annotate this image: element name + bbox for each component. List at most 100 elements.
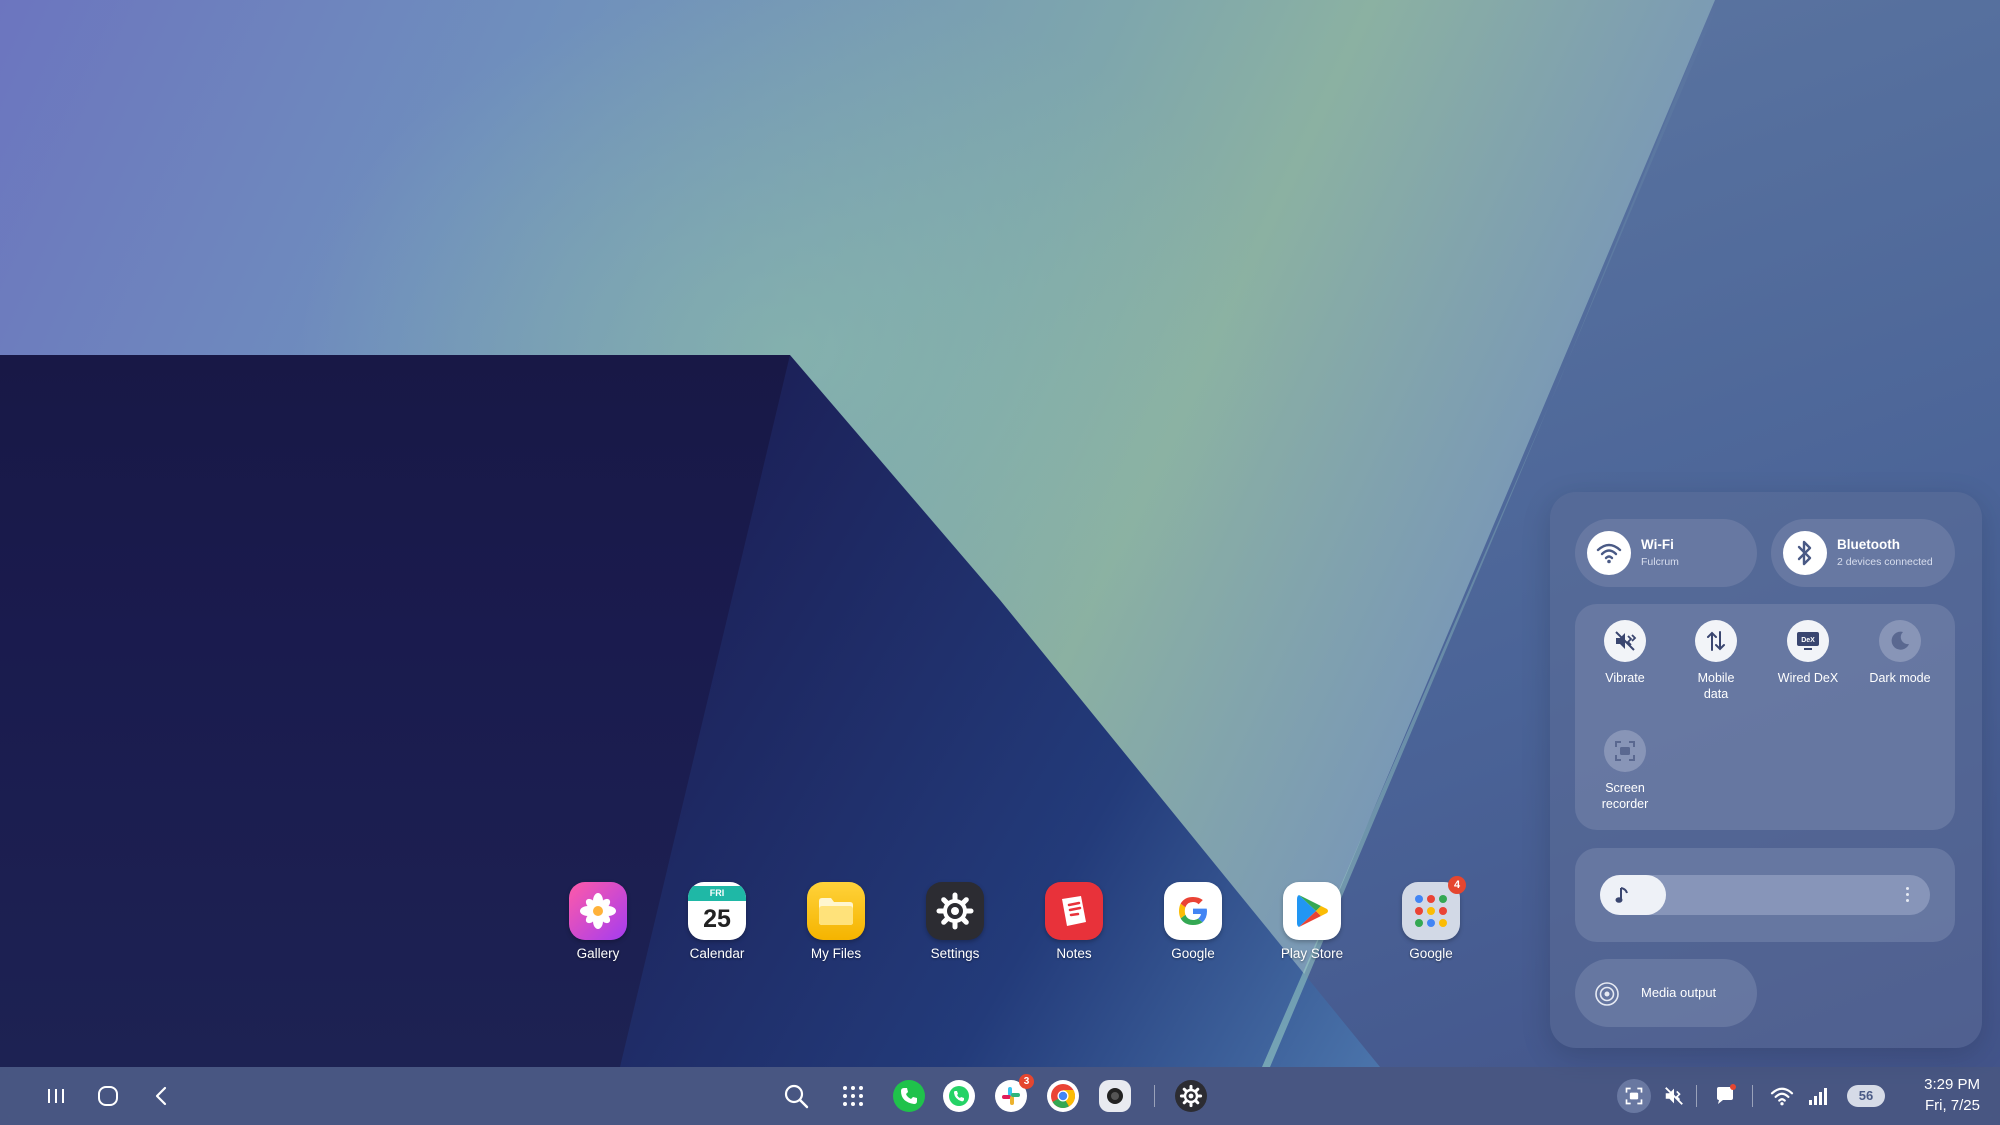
screen-capture-button[interactable] — [1616, 1067, 1652, 1125]
camera-icon — [1099, 1080, 1131, 1112]
notification-badge: 4 — [1448, 876, 1466, 894]
taskbar-app-slack[interactable]: 3 — [994, 1067, 1034, 1125]
app-gallery[interactable]: Gallery — [548, 882, 648, 961]
screen-capture-icon — [1617, 1079, 1651, 1113]
search-button[interactable] — [780, 1067, 812, 1125]
google-icon — [1164, 882, 1222, 940]
wifi-network-name: Fulcrum — [1641, 556, 1679, 568]
vibrate-toggle[interactable]: Vibrate — [1580, 620, 1670, 686]
wifi-tile[interactable]: Wi-Fi Fulcrum — [1575, 519, 1757, 587]
home-button[interactable] — [92, 1067, 124, 1125]
bluetooth-status: 2 devices connected — [1837, 556, 1933, 568]
app-play-store[interactable]: Play Store — [1262, 882, 1362, 961]
media-output-icon — [1595, 982, 1619, 1006]
gear-icon — [926, 882, 984, 940]
vibrate-status[interactable] — [1660, 1067, 1688, 1125]
chrome-icon — [1047, 1080, 1079, 1112]
apps-grid-icon — [843, 1086, 863, 1106]
app-label: Google — [1409, 946, 1453, 961]
chat-bubble-icon — [1717, 1084, 1736, 1104]
wifi-status-icon — [1770, 1087, 1794, 1106]
screen-recorder-icon — [1604, 730, 1646, 772]
app-settings[interactable]: Settings — [905, 882, 1005, 961]
vibrate-icon — [1604, 620, 1646, 662]
whatsapp-icon — [943, 1080, 975, 1112]
app-google[interactable]: Google — [1143, 882, 1243, 961]
calendar-icon: FRI 25 — [688, 882, 746, 940]
taskbar-app-whatsapp[interactable] — [942, 1067, 976, 1125]
toggle-grid: Vibrate Mobile data DeX Wired DeX Dark m… — [1575, 604, 1955, 830]
battery-status[interactable]: 56 — [1846, 1067, 1886, 1125]
taskbar: 3 56 3:29 PM Fri, 7/25 — [0, 1067, 2000, 1125]
music-note-icon — [1615, 887, 1628, 903]
phone-icon — [893, 1080, 925, 1112]
media-output-button[interactable]: Media output — [1575, 959, 1757, 1027]
app-label: My Files — [810, 946, 862, 961]
app-label: Play Store — [1280, 946, 1344, 961]
bluetooth-label: Bluetooth — [1837, 537, 1900, 552]
clock[interactable]: 3:29 PM Fri, 7/25 — [1924, 1074, 1980, 1116]
dark-mode-toggle[interactable]: Dark mode — [1855, 620, 1945, 686]
mobile-data-toggle[interactable]: Mobile data — [1671, 620, 1761, 702]
volume-card — [1575, 848, 1955, 942]
clock-time: 3:29 PM — [1924, 1076, 1980, 1093]
app-my-files[interactable]: My Files — [786, 882, 886, 961]
settings-icon — [1175, 1080, 1207, 1112]
bluetooth-tile[interactable]: Bluetooth 2 devices connected — [1771, 519, 1955, 587]
vibrate-status-icon — [1665, 1087, 1683, 1105]
toggle-label: Dark mode — [1869, 671, 1931, 685]
slack-badge: 3 — [1019, 1074, 1034, 1089]
toggle-label: Vibrate — [1605, 671, 1645, 685]
app-label: Gallery — [576, 946, 620, 961]
wifi-label: Wi-Fi — [1641, 537, 1674, 552]
app-label: Settings — [930, 946, 980, 961]
play-store-icon — [1283, 882, 1341, 940]
apps-grid-button[interactable] — [837, 1067, 869, 1125]
calendar-date: 25 — [703, 904, 731, 933]
home-icon — [98, 1086, 118, 1106]
back-icon — [155, 1086, 167, 1106]
taskbar-app-chrome[interactable] — [1046, 1067, 1080, 1125]
wifi-icon — [1587, 531, 1631, 575]
toggle-label: Mobile data — [1697, 671, 1735, 701]
more-options-icon[interactable] — [1906, 887, 1910, 902]
mobile-data-icon — [1695, 620, 1737, 662]
dex-icon-text: DeX — [1801, 637, 1815, 644]
signal-status — [1806, 1067, 1830, 1125]
search-icon — [784, 1084, 809, 1109]
notifications-button[interactable] — [1710, 1067, 1740, 1125]
gallery-icon — [569, 882, 627, 940]
app-label: Notes — [1056, 946, 1092, 961]
slack-icon: 3 — [995, 1074, 1034, 1112]
taskbar-app-phone[interactable] — [892, 1067, 926, 1125]
back-button[interactable] — [145, 1067, 177, 1125]
volume-slider-fill[interactable] — [1600, 875, 1666, 915]
recents-icon — [48, 1089, 64, 1103]
moon-icon — [1879, 620, 1921, 662]
app-label: Calendar — [689, 946, 745, 961]
app-folder-google[interactable]: 4 Google — [1381, 876, 1481, 961]
toggle-label: Screen recorder — [1601, 781, 1649, 811]
bluetooth-icon — [1783, 531, 1827, 575]
notes-icon — [1045, 882, 1103, 940]
volume-slider[interactable] — [1600, 875, 1930, 915]
clock-date: Fri, 7/25 — [1924, 1097, 1980, 1114]
app-notes[interactable]: Notes — [1024, 882, 1124, 961]
taskbar-app-settings[interactable] — [1174, 1067, 1208, 1125]
calendar-day-abbr: FRI — [688, 885, 746, 901]
quick-settings-panel: Wi-Fi Fulcrum Bluetooth 2 devices connec… — [1550, 492, 1982, 1048]
app-label: Google — [1171, 946, 1215, 961]
wired-dex-toggle[interactable]: DeX Wired DeX — [1763, 620, 1853, 686]
dex-icon: DeX — [1787, 620, 1829, 662]
cell-signal-icon — [1809, 1088, 1827, 1105]
wifi-status[interactable] — [1768, 1067, 1796, 1125]
google-folder-icon: 4 — [1402, 876, 1466, 940]
screen-recorder-toggle[interactable]: Screen recorder — [1580, 730, 1670, 812]
folder-icon — [807, 882, 865, 940]
battery-icon: 56 — [1847, 1085, 1885, 1107]
recents-button[interactable] — [40, 1067, 72, 1125]
media-output-label: Media output — [1641, 985, 1717, 1000]
toggle-label: Wired DeX — [1777, 671, 1839, 685]
taskbar-app-camera[interactable] — [1098, 1067, 1132, 1125]
app-calendar[interactable]: FRI 25 Calendar — [667, 882, 767, 961]
